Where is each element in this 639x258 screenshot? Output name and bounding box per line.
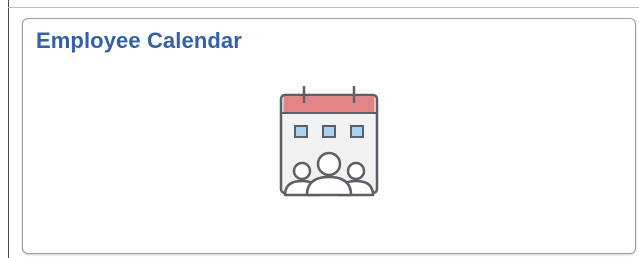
employee-calendar-tile[interactable]: Employee Calendar [22, 18, 636, 254]
page-frame: Employee Calendar [0, 0, 639, 258]
window-edge-top [8, 7, 639, 8]
tile-title: Employee Calendar [36, 28, 242, 53]
window-edge [8, 0, 9, 258]
employee-calendar-icon [279, 86, 379, 197]
